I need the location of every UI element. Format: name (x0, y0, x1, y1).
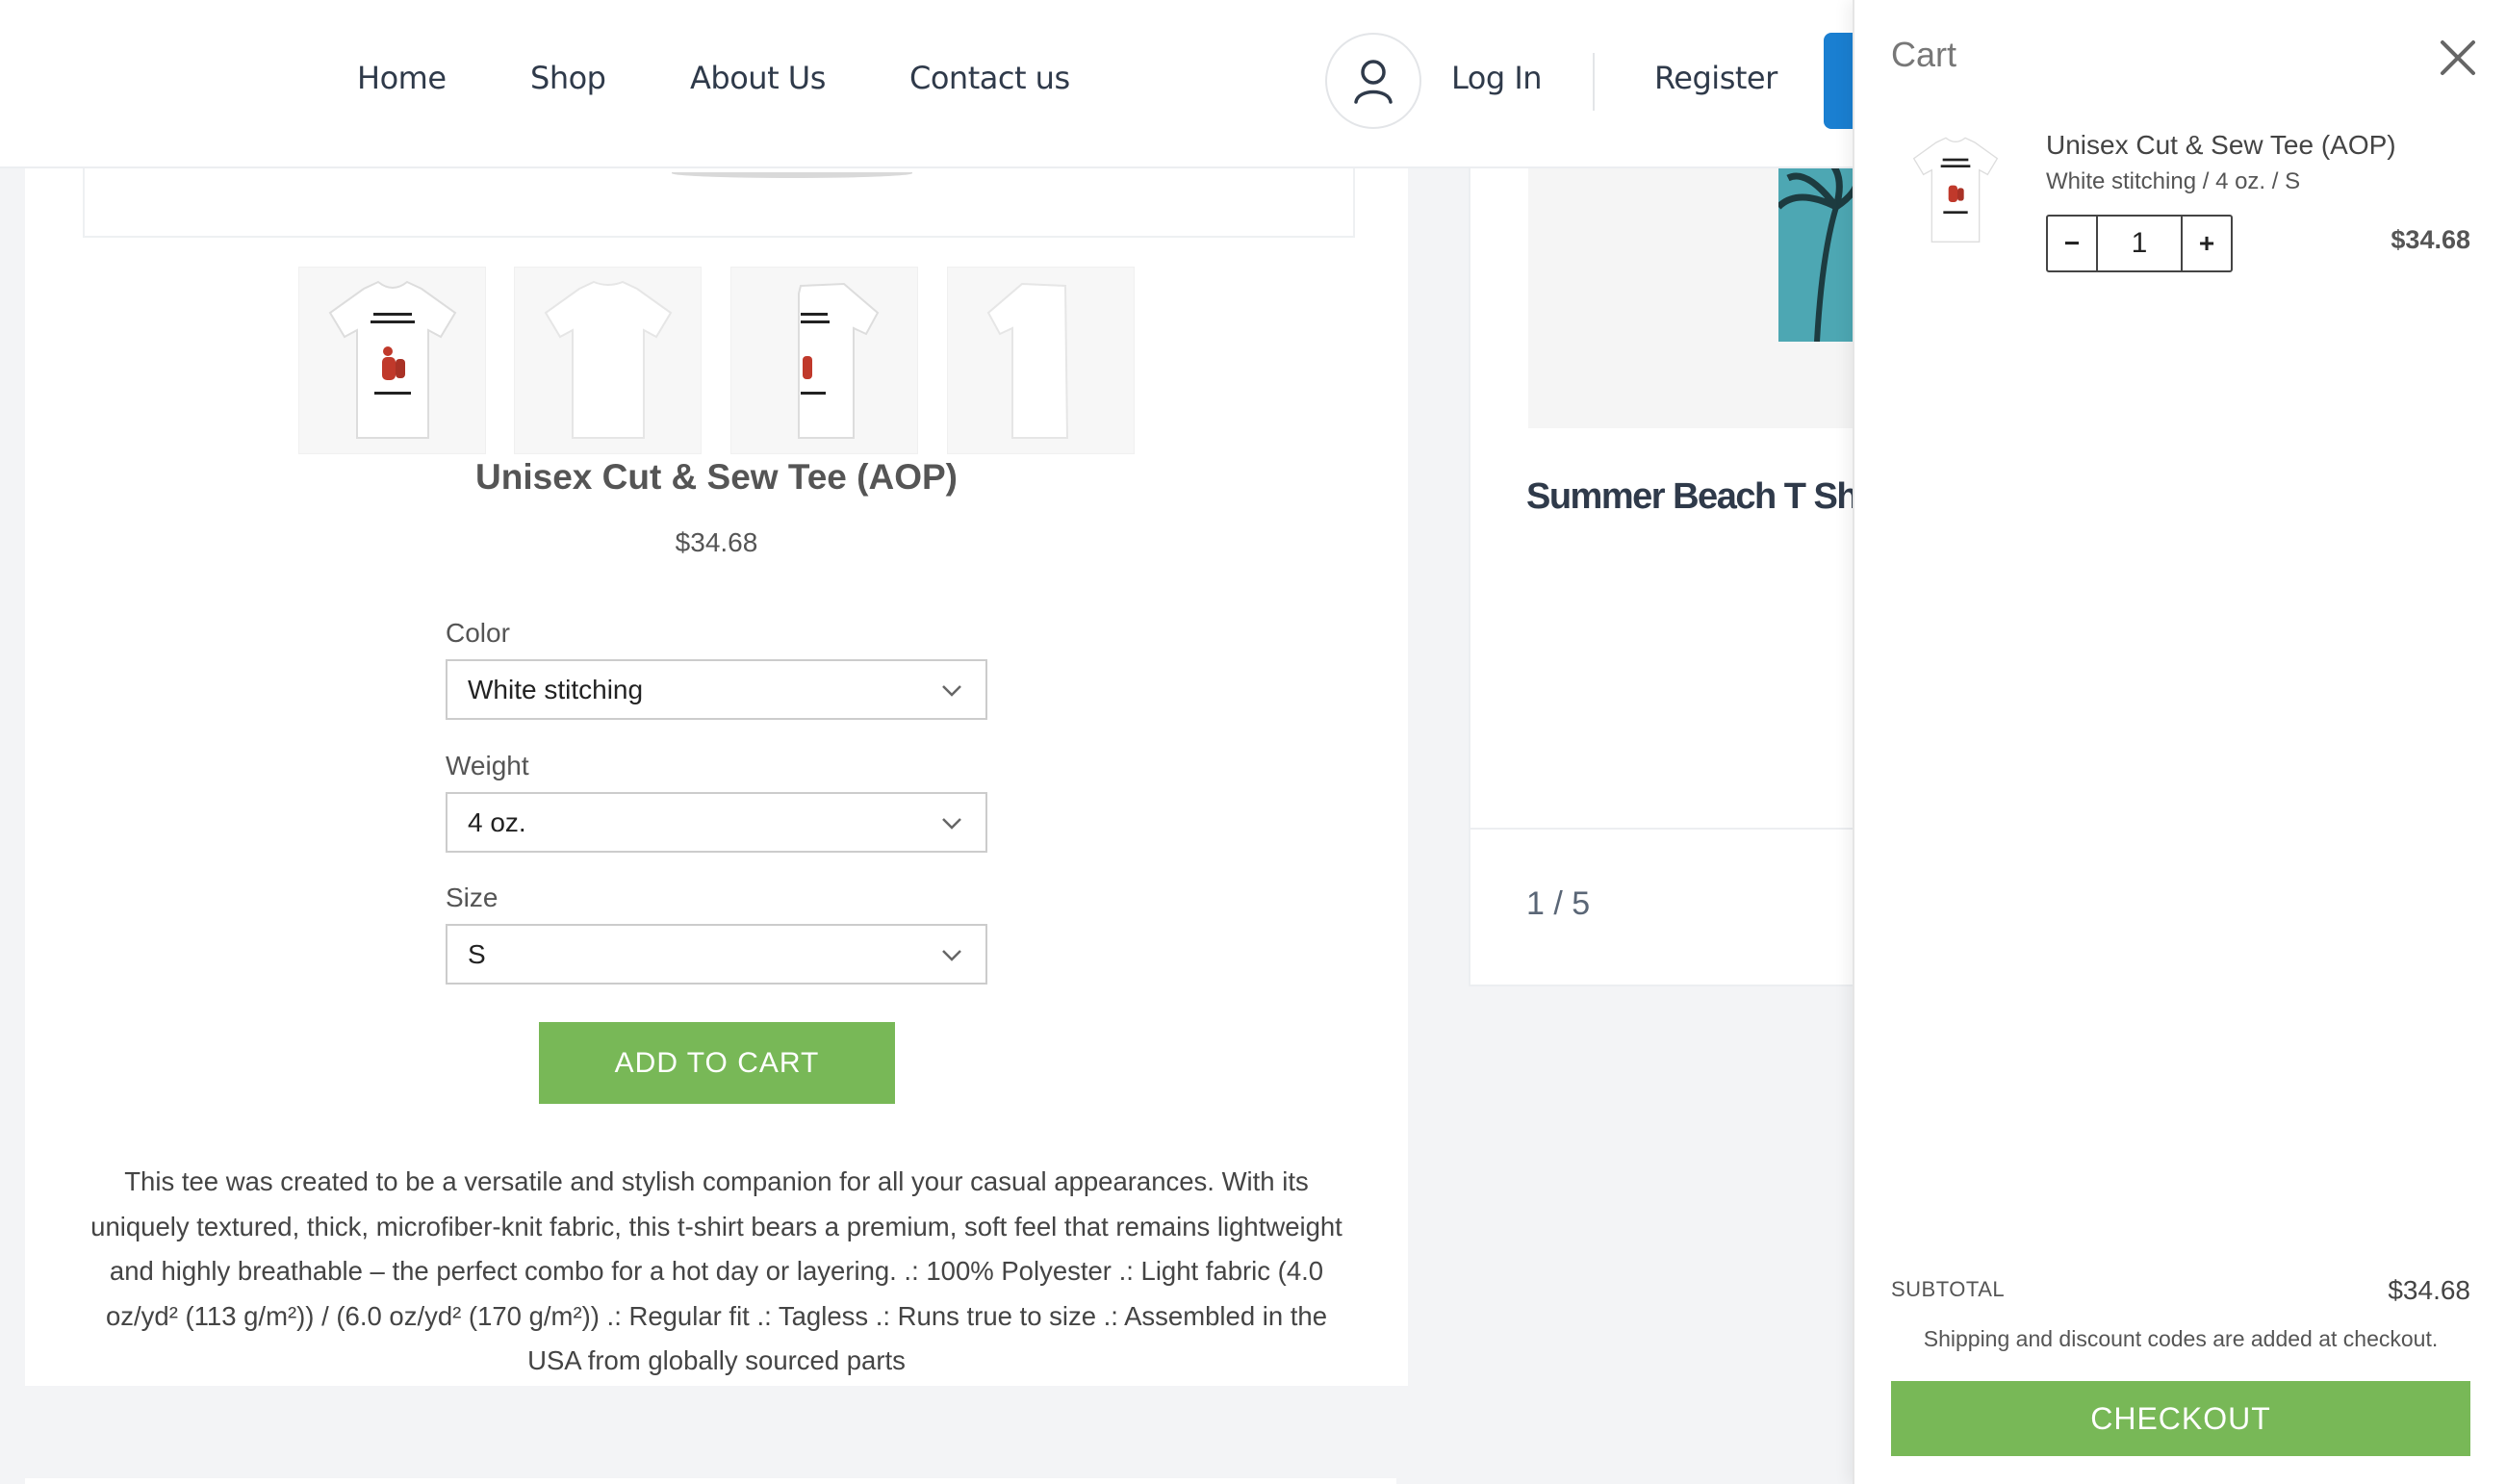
color-select[interactable]: White stitching (446, 659, 987, 720)
cart-title: Cart (1891, 35, 1957, 74)
shipping-note: Shipping and discount codes are added at… (1923, 1326, 2439, 1351)
checkout-button[interactable]: CHECKOUT (1891, 1381, 2470, 1456)
nav-divider (1593, 53, 1595, 111)
next-section-card (25, 1478, 1396, 1484)
related-product-card[interactable]: S M E Summer Beach T Sh 1 / 5 (1469, 168, 1923, 986)
thumbnail-back[interactable] (514, 267, 702, 454)
thumbnail-front[interactable] (298, 267, 486, 454)
increase-quantity-button[interactable]: + (2183, 217, 2231, 270)
close-icon[interactable] (2437, 37, 2479, 79)
weight-label: Weight (446, 751, 529, 780)
tshirt-side-right-thumbnail (986, 282, 1068, 439)
register-link[interactable]: Register (1654, 60, 1777, 96)
nav-shop[interactable]: Shop (530, 60, 606, 96)
main-product-image (83, 168, 1355, 238)
product-price: $34.68 (675, 527, 758, 557)
add-to-cart-button[interactable]: ADD TO CART (539, 1022, 895, 1104)
product-description: This tee was created to be a versatile a… (90, 1166, 1342, 1375)
thumbnail-side-left[interactable] (730, 267, 918, 454)
nav-about-us[interactable]: About Us (690, 60, 826, 96)
account-button[interactable] (1325, 33, 1421, 129)
subtotal-value: $34.68 (2388, 1275, 2470, 1305)
product-card: Unisex Cut & Sew Tee (AOP) $34.68 Color … (25, 168, 1408, 1386)
weight-select[interactable]: 4 oz. (446, 792, 987, 853)
size-label: Size (446, 883, 499, 912)
login-link[interactable]: Log In (1451, 60, 1543, 96)
related-product-title[interactable]: Summer Beach T Sh (1526, 476, 1859, 518)
user-icon (1354, 60, 1393, 104)
color-select-value: White stitching (468, 674, 644, 704)
nav-home[interactable]: Home (357, 60, 447, 96)
decrease-quantity-button[interactable]: − (2048, 217, 2096, 270)
cart-item-variant: White stitching / 4 oz. / S (2046, 168, 2301, 194)
quantity-input[interactable]: 1 (2096, 217, 2183, 270)
product-title: Unisex Cut & Sew Tee (AOP) (475, 457, 958, 497)
related-product-image[interactable]: S M E (1528, 168, 1923, 428)
size-select-value: S (468, 938, 486, 969)
chevron-down-icon (942, 685, 961, 697)
tshirt-side-thumbnail (797, 282, 879, 439)
chevron-down-icon (942, 818, 961, 830)
tshirt-front-thumbnail (1912, 137, 1999, 243)
page: Home Shop About Us Contact us Log In Reg… (0, 0, 2506, 1484)
tshirt-front-thumbnail (328, 280, 456, 439)
cart-item-price: $34.68 (2391, 225, 2470, 254)
subtotal-label: SUBTOTAL (1891, 1277, 2006, 1301)
card-divider (1470, 828, 1865, 830)
main-image-shirt-hem (672, 168, 912, 178)
size-select[interactable]: S (446, 924, 987, 985)
nav-contact-us[interactable]: Contact us (909, 60, 1070, 96)
chevron-down-icon (942, 950, 961, 961)
cart-item-name[interactable]: Unisex Cut & Sew Tee (AOP) (2046, 130, 2396, 161)
tshirt-back-thumbnail (544, 280, 672, 439)
quantity-stepper: − 1 + (2046, 215, 2233, 272)
thumbnail-side-right[interactable] (947, 267, 1135, 454)
pagination-indicator: 1 / 5 (1526, 885, 1591, 922)
cart-item-image[interactable] (1903, 130, 2008, 250)
color-label: Color (446, 618, 510, 648)
weight-select-value: 4 oz. (468, 806, 526, 837)
cart-drawer: Cart Unisex Cut & Sew Tee (AOP) White st… (1853, 0, 2506, 1484)
